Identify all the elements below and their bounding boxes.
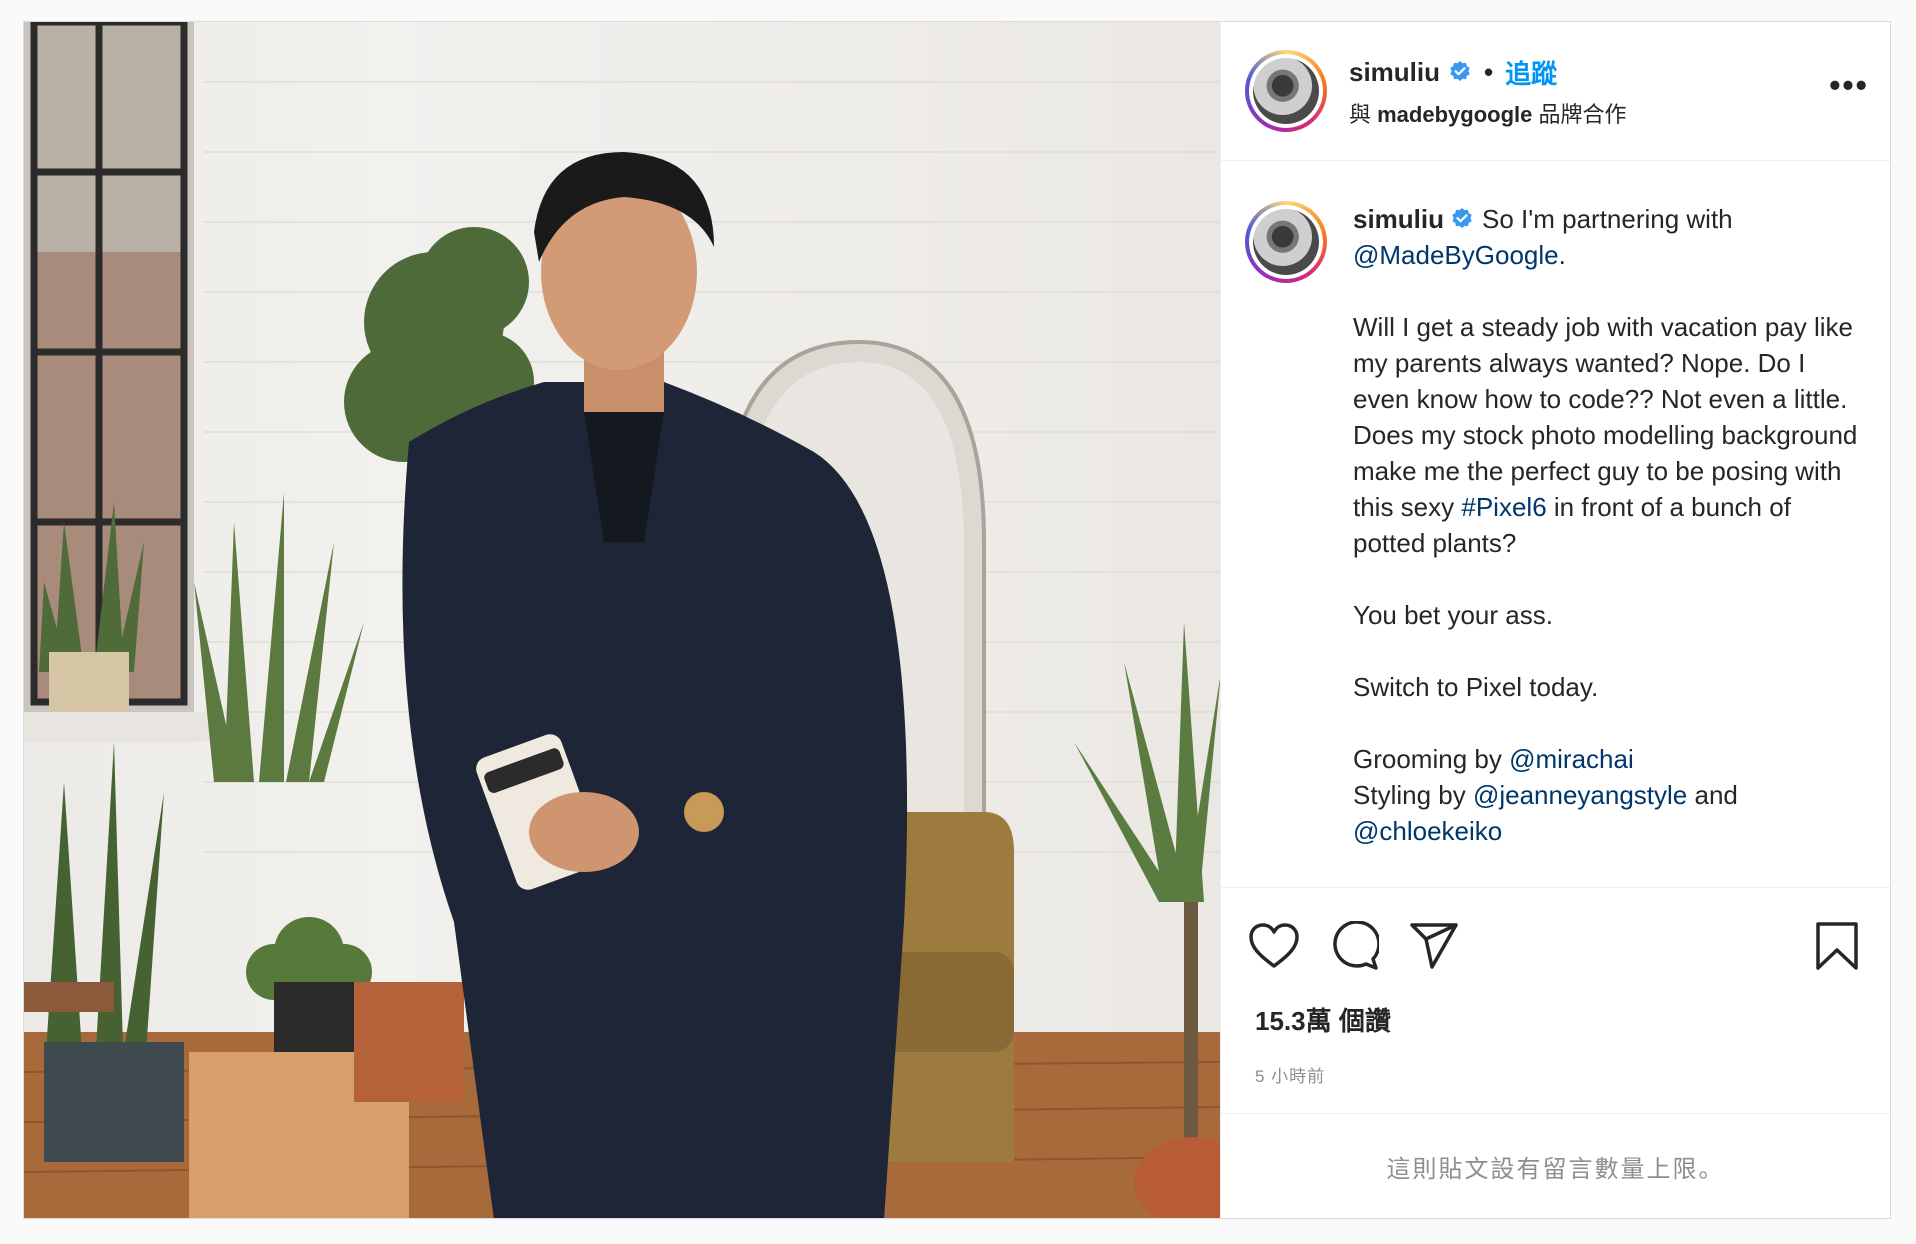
caption-segment: in front of a bunch of potted plants? Yo… xyxy=(1353,492,1791,774)
mention-link[interactable]: @MadeByGoogle xyxy=(1353,240,1559,270)
partnership-suffix: 品牌合作 xyxy=(1532,101,1627,127)
action-bar xyxy=(1221,888,1890,1003)
follow-button[interactable]: 追蹤 xyxy=(1505,54,1557,91)
caption-avatar[interactable] xyxy=(1245,201,1327,283)
verified-badge-icon xyxy=(1450,204,1474,228)
caption-body: So I'm partnering with @MadeByGoogle. Wi… xyxy=(1353,204,1865,846)
share-icon[interactable] xyxy=(1405,917,1463,975)
hashtag-link[interactable]: #Pixel6 xyxy=(1461,492,1546,522)
post-header-text: simuliu • 追蹤 與 madebygoogle 品牌合作 xyxy=(1349,54,1824,129)
photo-illustration xyxy=(24,22,1220,1218)
more-options-icon[interactable]: ••• xyxy=(1824,67,1874,104)
partnership-prefix: 與 xyxy=(1349,101,1378,127)
caption-segment: and xyxy=(1694,780,1738,810)
caption-segment: Styling by xyxy=(1353,780,1466,810)
author-avatar[interactable] xyxy=(1245,50,1327,132)
caption-username[interactable]: simuliu xyxy=(1353,204,1444,234)
likes-count[interactable]: 15.3萬 個讚 xyxy=(1221,1001,1890,1038)
heart-icon[interactable] xyxy=(1245,917,1303,975)
comments-limited-notice: 這則貼文設有留言數量上限。 xyxy=(1221,1113,1890,1218)
mention-link[interactable]: @mirachai xyxy=(1509,744,1634,774)
post-timestamp[interactable]: 5 小時前 xyxy=(1221,1062,1890,1087)
mention-link[interactable]: @jeanneyangstyle xyxy=(1473,780,1687,810)
partner-username[interactable]: madebygoogle xyxy=(1377,102,1532,127)
comment-icon[interactable] xyxy=(1325,917,1383,975)
caption-area: simuliu So I'm partnering with @MadeByGoo… xyxy=(1221,161,1890,888)
caption-segment: So I'm partnering with xyxy=(1482,204,1733,234)
post-side-panel: simuliu • 追蹤 與 madebygoogle 品牌合作 ••• sim… xyxy=(1221,22,1890,1218)
mention-link[interactable]: @chloekeiko xyxy=(1353,816,1502,846)
separator-dot: • xyxy=(1484,56,1494,87)
post-header: simuliu • 追蹤 與 madebygoogle 品牌合作 ••• xyxy=(1221,22,1890,161)
post-photo[interactable] xyxy=(24,22,1221,1218)
bookmark-icon[interactable] xyxy=(1808,917,1866,975)
author-username[interactable]: simuliu xyxy=(1349,57,1440,88)
post-card: simuliu • 追蹤 與 madebygoogle 品牌合作 ••• sim… xyxy=(23,21,1891,1219)
partnership-label: 與 madebygoogle 品牌合作 xyxy=(1349,97,1824,129)
caption-text: simuliu So I'm partnering with @MadeByGoo… xyxy=(1353,201,1866,887)
verified-badge-icon xyxy=(1448,60,1472,84)
caption-segment: . Will I get a steady job with vacation … xyxy=(1353,240,1858,522)
